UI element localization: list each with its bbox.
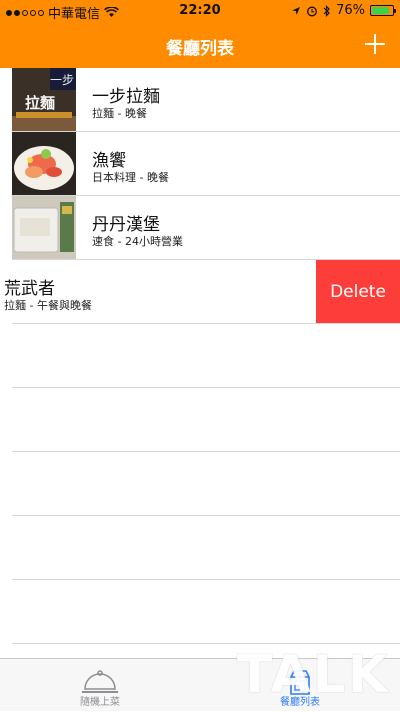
restaurant-name: 丹丹漢堡 <box>92 215 160 235</box>
restaurant-thumbnail <box>12 196 76 259</box>
watermark-logo: TALK <box>236 645 390 705</box>
svg-text:一步: 一步 <box>50 73 74 87</box>
restaurant-row[interactable]: 一步 拉麵 一步拉麵 拉麵 - 晚餐 <box>0 68 400 132</box>
restaurant-detail: 日本料理 - 晚餐 <box>92 171 169 184</box>
empty-row-divider <box>12 451 400 452</box>
restaurant-row[interactable]: 漁饗 日本料理 - 晚餐 <box>0 132 400 196</box>
restaurant-detail: 速食 - 24小時營業 <box>92 235 183 248</box>
tab-label: 隨機上菜 <box>80 697 120 708</box>
restaurant-row-swiped[interactable]: 荒武者 拉麵 - 午餐與晚餐 Delete <box>0 260 400 324</box>
restaurant-name: 一步拉麵 <box>92 87 160 107</box>
navigation-bar: 餐廳列表 <box>0 22 400 68</box>
restaurant-name: 荒武者 <box>4 279 55 299</box>
add-restaurant-button[interactable] <box>360 27 390 61</box>
restaurant-name: 漁饗 <box>92 151 126 171</box>
empty-row-divider <box>12 643 400 644</box>
restaurant-detail: 拉麵 - 晚餐 <box>92 107 147 120</box>
service-bell-icon <box>82 670 118 693</box>
thumbnail-sign-text: 拉麵 <box>25 94 55 112</box>
battery-icon <box>370 5 396 16</box>
empty-row-divider <box>12 515 400 516</box>
location-arrow-icon <box>292 6 301 15</box>
page-title: 餐廳列表 <box>166 39 234 59</box>
restaurant-list[interactable]: 一步 拉麵 一步拉麵 拉麵 - 晚餐 漁饗 日本料理 - 晚餐 丹丹漢堡 速食 … <box>0 68 400 658</box>
alarm-clock-icon <box>307 6 318 16</box>
empty-row-divider <box>12 579 400 580</box>
battery-percent: 76% <box>336 3 365 18</box>
status-right: 76% <box>291 3 396 18</box>
bluetooth-icon <box>323 4 330 17</box>
restaurant-detail: 拉麵 - 午餐與晚餐 <box>4 299 92 312</box>
delete-button[interactable]: Delete <box>316 260 400 324</box>
tab-random-dish[interactable]: 隨機上菜 <box>0 659 200 712</box>
row-divider <box>12 323 400 324</box>
restaurant-thumbnail <box>12 132 76 195</box>
empty-row-divider <box>12 387 400 388</box>
restaurant-row[interactable]: 丹丹漢堡 速食 - 24小時營業 <box>0 196 400 260</box>
status-bar: 中華電信 22:20 76% <box>0 0 400 22</box>
restaurant-thumbnail: 一步 拉麵 <box>12 68 76 131</box>
